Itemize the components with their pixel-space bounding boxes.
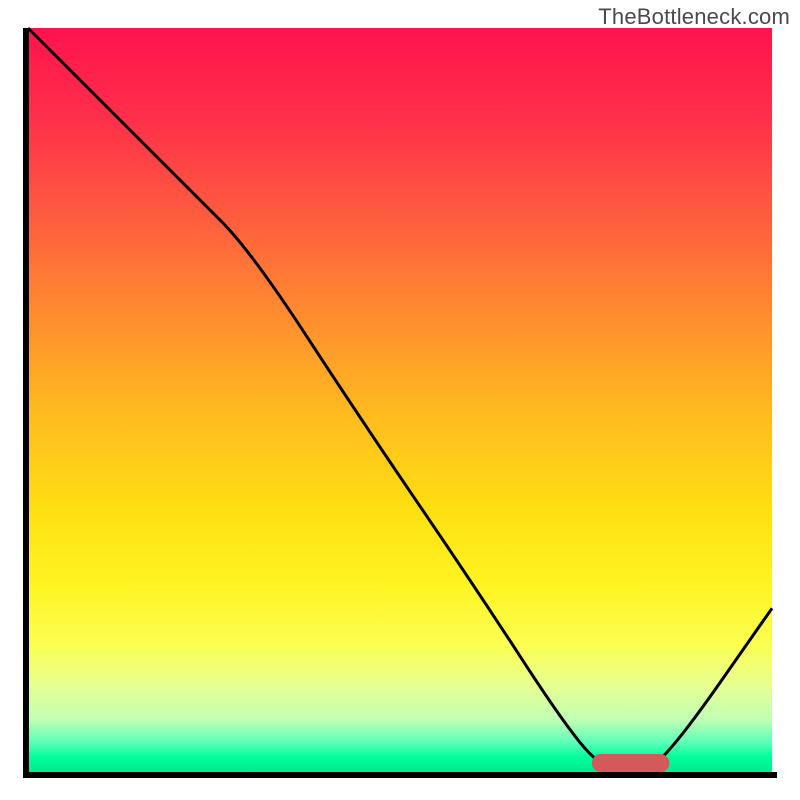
watermark-text: TheBottleneck.com (598, 4, 790, 30)
chart-container: TheBottleneck.com (0, 0, 800, 800)
x-axis-line (23, 772, 777, 778)
data-curve (28, 28, 772, 772)
chart-curve-layer (28, 28, 772, 772)
